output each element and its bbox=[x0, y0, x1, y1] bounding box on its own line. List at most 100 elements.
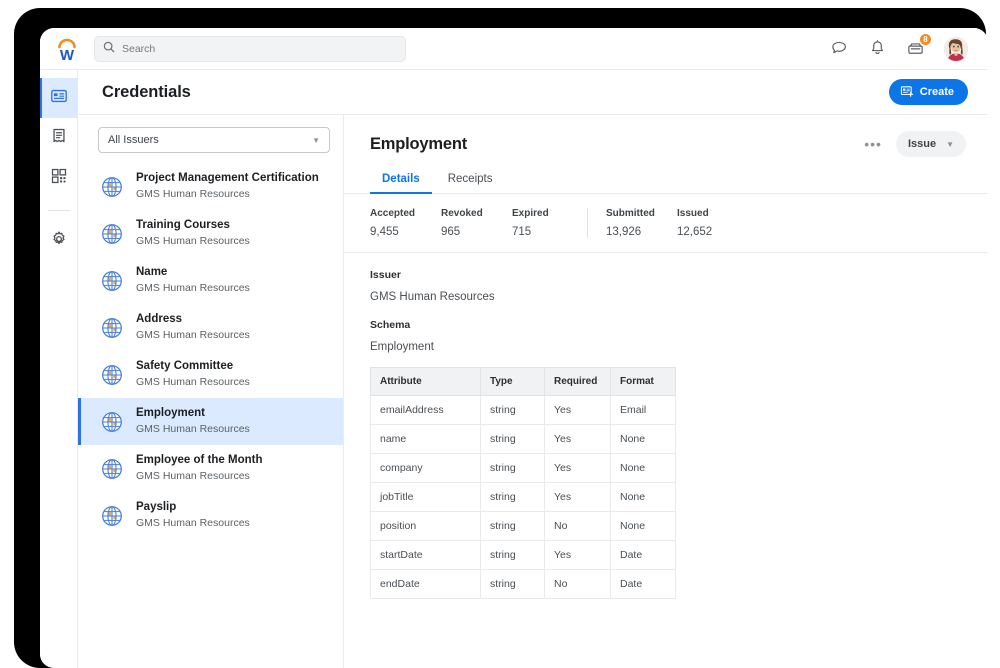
credential-detail-pane: Employment ••• Issue ▼ Details Receipts A… bbox=[344, 115, 988, 668]
list-item[interactable]: Employment GMS Human Resources bbox=[78, 398, 343, 445]
table-cell: company bbox=[370, 453, 481, 483]
table-cell: string bbox=[480, 395, 545, 425]
list-item[interactable]: Safety Committee GMS Human Resources bbox=[78, 351, 343, 398]
credentials-icon bbox=[50, 87, 68, 110]
list-item[interactable]: Payslip GMS Human Resources bbox=[78, 492, 343, 539]
table-cell: string bbox=[480, 540, 545, 570]
table-row: startDate string Yes Date bbox=[370, 540, 676, 570]
issuer-value: GMS Human Resources bbox=[370, 291, 495, 303]
rail-item-credentials[interactable] bbox=[40, 78, 78, 118]
table-cell: No bbox=[544, 569, 611, 599]
list-item-issuer: GMS Human Resources bbox=[136, 423, 250, 436]
table-cell: None bbox=[610, 424, 676, 454]
device-frame: W Search 8 Credentials Create All Issuer… bbox=[14, 8, 988, 668]
bell-icon[interactable] bbox=[868, 39, 887, 58]
table-header-row: Attribute Type Required Format bbox=[370, 367, 676, 396]
list-item-title: Address bbox=[136, 313, 183, 326]
list-item-title: Employment bbox=[136, 407, 206, 420]
inbox-badge: 8 bbox=[919, 33, 932, 46]
qr-code-icon bbox=[50, 167, 68, 190]
chat-icon[interactable] bbox=[830, 39, 849, 58]
inbox-icon[interactable]: 8 bbox=[906, 33, 932, 58]
globe-icon bbox=[100, 222, 124, 246]
table-cell: Email bbox=[610, 395, 676, 425]
issue-button[interactable]: Issue ▼ bbox=[895, 131, 966, 157]
avatar[interactable] bbox=[944, 36, 968, 61]
create-button[interactable]: Create bbox=[888, 79, 968, 105]
rail-item-qr-code[interactable] bbox=[40, 158, 78, 198]
list-item-title: Safety Committee bbox=[136, 360, 234, 373]
table-cell: Date bbox=[610, 540, 676, 570]
list-item-issuer: GMS Human Resources bbox=[136, 470, 250, 483]
search-input[interactable] bbox=[122, 42, 397, 55]
issuer-filter-wrap: All Issuers ▼ bbox=[78, 115, 343, 157]
stat-value: 12,652 bbox=[677, 226, 713, 238]
overflow-menu-icon[interactable]: ••• bbox=[864, 137, 882, 151]
rail-item-settings[interactable] bbox=[40, 221, 78, 261]
issuer-section: Issuer GMS Human Resources bbox=[344, 253, 988, 303]
create-button-label: Create bbox=[919, 86, 954, 98]
list-item[interactable]: Address GMS Human Resources bbox=[78, 304, 343, 351]
detail-tabs: Details Receipts bbox=[344, 157, 988, 194]
table-cell: string bbox=[480, 511, 545, 541]
svg-text:W: W bbox=[60, 47, 75, 64]
schema-label: Schema bbox=[370, 319, 411, 331]
detail-title: Employment bbox=[370, 134, 468, 153]
icon-rail bbox=[40, 70, 78, 668]
table-cell: jobTitle bbox=[370, 482, 481, 512]
schema-section: Schema Employment bbox=[344, 303, 988, 353]
header-actions: 8 bbox=[830, 33, 974, 61]
globe-icon bbox=[100, 363, 124, 387]
list-item-issuer: GMS Human Resources bbox=[136, 329, 250, 342]
stat-issued: Issued 12,652 bbox=[677, 208, 748, 238]
column-header: Format bbox=[610, 367, 676, 396]
issuer-filter-value: All Issuers bbox=[108, 134, 159, 146]
column-header: Type bbox=[480, 367, 545, 396]
table-cell: Date bbox=[610, 569, 676, 599]
list-item[interactable]: Name GMS Human Resources bbox=[78, 257, 343, 304]
list-item-title: Project Management Certification bbox=[136, 172, 319, 185]
list-item[interactable]: Training Courses GMS Human Resources bbox=[78, 210, 343, 257]
table-cell: Yes bbox=[544, 395, 611, 425]
table-cell: Yes bbox=[544, 540, 611, 570]
stats-divider bbox=[587, 208, 588, 238]
issuer-label: Issuer bbox=[370, 269, 401, 281]
global-header: W Search 8 bbox=[40, 28, 988, 70]
list-item[interactable]: Project Management Certification GMS Huma… bbox=[78, 163, 343, 210]
stat-label: Submitted bbox=[606, 208, 655, 219]
tab-details[interactable]: Details bbox=[370, 167, 432, 194]
search-box[interactable] bbox=[94, 35, 406, 62]
list-item-title: Name bbox=[136, 266, 168, 279]
globe-icon bbox=[100, 175, 124, 199]
stat-revoked: Revoked 965 bbox=[441, 208, 512, 238]
list-item-title: Employee of the Month bbox=[136, 454, 263, 467]
issuer-filter-select[interactable]: All Issuers ▼ bbox=[98, 127, 330, 153]
chevron-down-icon: ▼ bbox=[312, 135, 320, 145]
tab-receipts[interactable]: Receipts bbox=[436, 167, 505, 194]
list-item-issuer: GMS Human Resources bbox=[136, 517, 250, 530]
table-cell: endDate bbox=[370, 569, 481, 599]
chevron-down-icon: ▼ bbox=[946, 139, 954, 149]
globe-icon bbox=[100, 504, 124, 528]
table-cell: emailAddress bbox=[370, 395, 481, 425]
table-cell: string bbox=[480, 482, 545, 512]
table-cell: name bbox=[370, 424, 481, 454]
table-row: endDate string No Date bbox=[370, 569, 676, 599]
globe-icon bbox=[100, 457, 124, 481]
stat-label: Issued bbox=[677, 208, 709, 219]
table-cell: position bbox=[370, 511, 481, 541]
table-cell: No bbox=[544, 511, 611, 541]
stat-value: 13,926 bbox=[606, 226, 642, 238]
globe-icon bbox=[100, 316, 124, 340]
rail-item-receipts[interactable] bbox=[40, 118, 78, 158]
column-header: Attribute bbox=[370, 367, 481, 396]
stat-accepted: Accepted 9,455 bbox=[370, 208, 441, 238]
list-item-issuer: GMS Human Resources bbox=[136, 188, 250, 201]
list-item[interactable]: Employee of the Month GMS Human Resources bbox=[78, 445, 343, 492]
workday-logo-icon[interactable]: W bbox=[50, 32, 84, 66]
schema-table: Attribute Type Required Format emailAddress… bbox=[370, 367, 676, 599]
main-area: Credentials Create All Issuers ▼ Project… bbox=[78, 70, 988, 668]
rail-divider bbox=[47, 210, 70, 211]
list-item-title: Payslip bbox=[136, 501, 177, 514]
table-row: position string No None bbox=[370, 511, 676, 541]
